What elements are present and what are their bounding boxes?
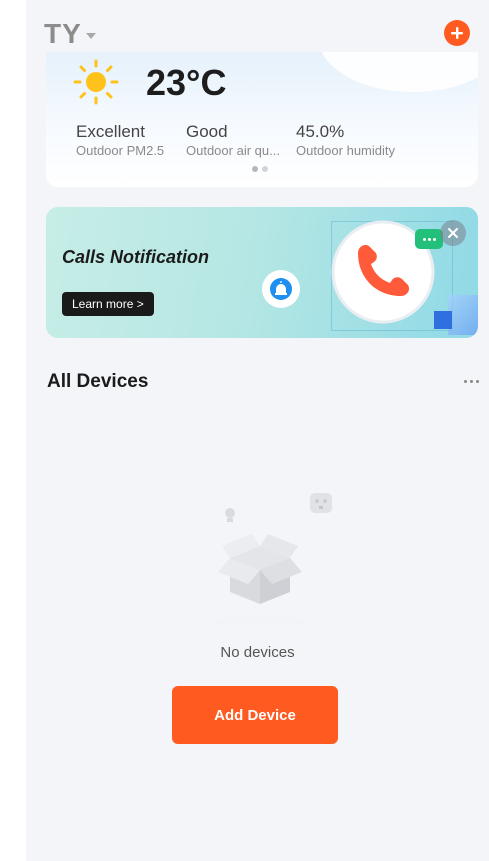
glass-decoration xyxy=(448,295,478,335)
plug-icon xyxy=(310,493,332,513)
carousel-dot xyxy=(262,166,268,172)
app-screen: TY 23°C Excellent Outdoor PM2.5 Good Out… xyxy=(26,0,489,861)
add-device-button[interactable]: Add Device xyxy=(172,686,338,744)
all-devices-title: All Devices xyxy=(47,371,149,392)
stat-air-quality: Good Outdoor air qu... xyxy=(186,122,280,159)
empty-box-icon xyxy=(165,493,355,624)
cloud-decoration xyxy=(318,52,478,92)
temperature: 23°C xyxy=(146,62,227,103)
weather-card[interactable]: 23°C Excellent Outdoor PM2.5 Good Outdoo… xyxy=(46,52,478,187)
home-switcher[interactable]: TY xyxy=(44,18,96,50)
learn-more-button[interactable]: Learn more > xyxy=(62,292,154,316)
sun-icon xyxy=(73,59,119,105)
stat-label: Outdoor air qu... xyxy=(186,143,280,158)
home-name: TY xyxy=(44,18,82,49)
calls-notification-banner[interactable]: Calls Notification Learn more > xyxy=(46,207,478,338)
stat-humidity: 45.0% Outdoor humidity xyxy=(296,122,395,159)
siren-icon xyxy=(262,270,300,308)
empty-state-text: No devices xyxy=(220,644,295,661)
stat-label: Outdoor humidity xyxy=(296,143,395,158)
header: TY xyxy=(26,0,489,60)
stat-value: 45.0% xyxy=(296,122,345,141)
banner-title: Calls Notification xyxy=(62,247,210,267)
add-icon[interactable] xyxy=(444,20,470,46)
chat-icon xyxy=(415,229,443,249)
carousel-dot xyxy=(252,166,258,172)
more-icon[interactable] xyxy=(458,371,484,391)
bulb-icon xyxy=(225,508,235,522)
close-icon[interactable] xyxy=(440,220,466,246)
caret-down-icon xyxy=(85,33,96,39)
stat-pm25: Excellent Outdoor PM2.5 xyxy=(76,122,164,159)
stat-label: Outdoor PM2.5 xyxy=(76,143,165,158)
stat-value: Good xyxy=(186,122,228,141)
carousel-dots xyxy=(252,166,268,172)
stat-value: Excellent xyxy=(76,122,145,141)
